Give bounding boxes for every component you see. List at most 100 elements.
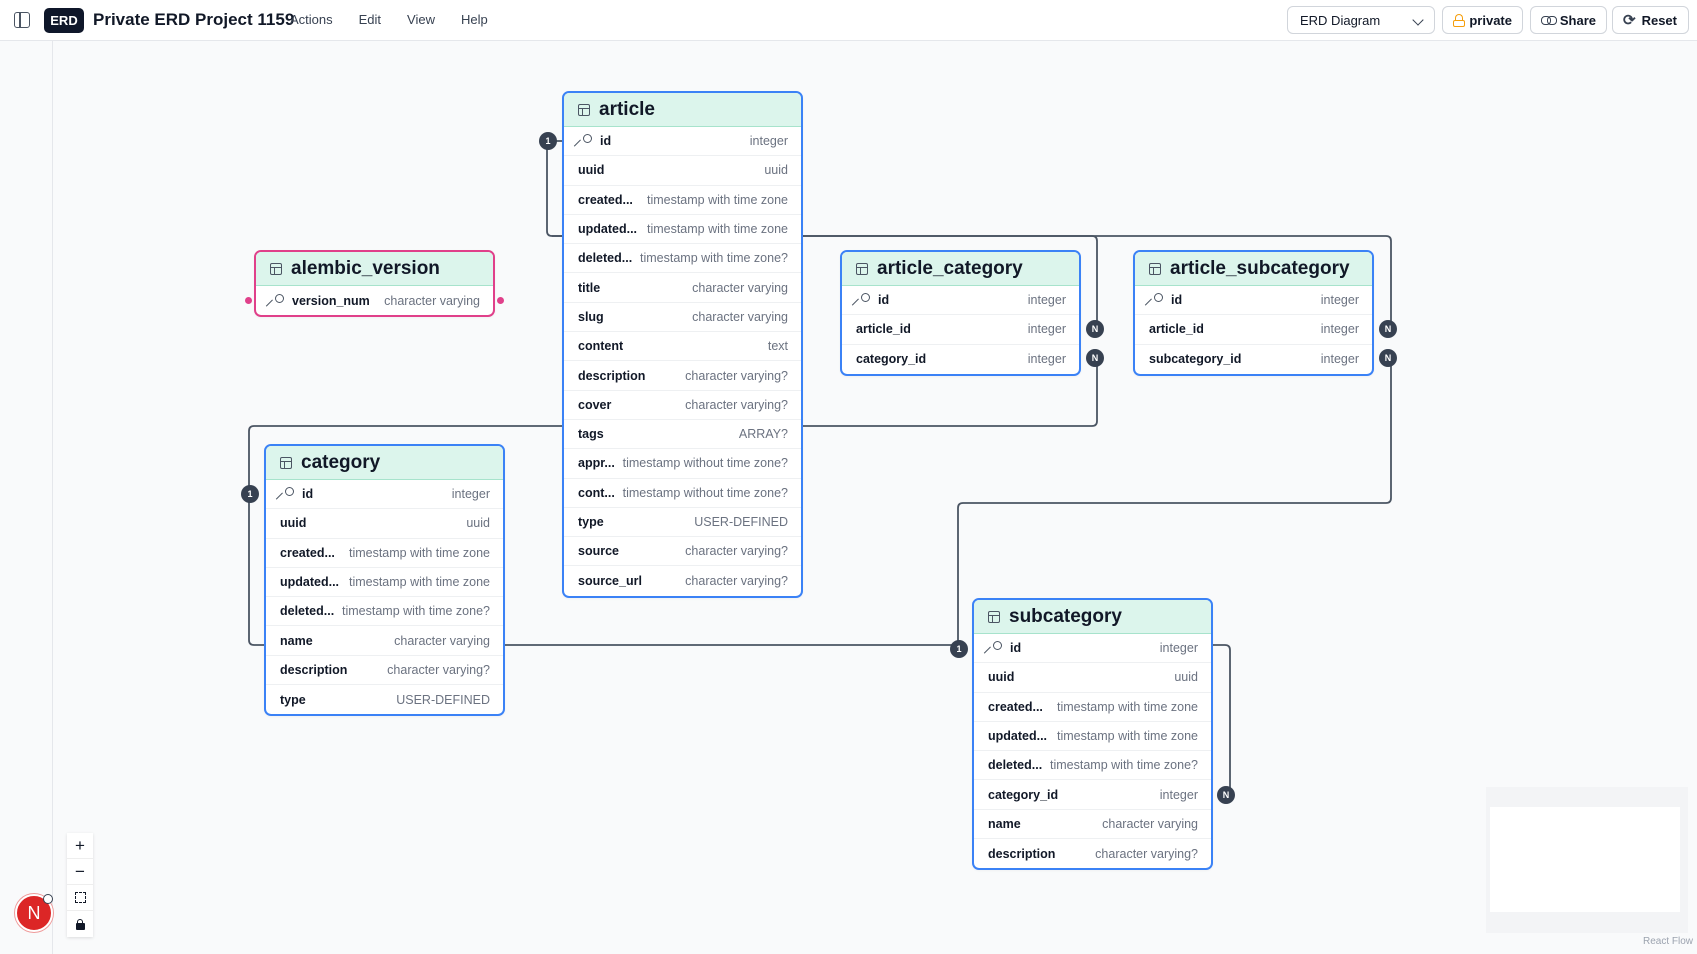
table-header[interactable]: article_category [842, 252, 1079, 286]
table-header[interactable]: article [564, 93, 801, 127]
column-type: timestamp with time zone? [342, 604, 490, 619]
lock-canvas-button[interactable] [67, 911, 93, 937]
table-column-row[interactable]: slug character varying [564, 303, 801, 333]
table-header[interactable]: alembic_version [256, 252, 493, 286]
table-name: subcategory [1009, 605, 1122, 627]
column-type: USER-DEFINED [694, 515, 788, 529]
cardinality-many-badge: N [1217, 786, 1235, 804]
table-column-row[interactable]: created... timestamp with time zone [564, 186, 801, 215]
table-column-row[interactable]: uuid uuid [974, 663, 1211, 693]
table-article-category[interactable]: article_category id integer article_id inte… [840, 250, 1081, 376]
cardinality-one-badge: 1 [950, 640, 968, 658]
zoom-out-button[interactable]: − [67, 859, 93, 885]
table-column-row[interactable]: id integer [266, 480, 503, 510]
fit-view-button[interactable] [67, 885, 93, 911]
table-column-row[interactable]: uuid uuid [564, 156, 801, 186]
table-alembic-version[interactable]: alembic_version version_num character va… [254, 250, 495, 318]
column-name: uuid [578, 163, 605, 178]
column-name: description [988, 846, 1056, 861]
react-flow-attribution[interactable]: React Flow [1643, 936, 1693, 947]
table-header[interactable]: category [266, 446, 503, 480]
table-column-row[interactable]: description character varying? [266, 656, 503, 686]
menu-view[interactable]: View [407, 12, 435, 27]
table-column-row[interactable]: tags ARRAY? [564, 420, 801, 450]
table-column-row[interactable]: category_id integer [974, 780, 1211, 810]
table-column-row[interactable]: cont... timestamp without time zone? [564, 479, 801, 508]
menu-edit[interactable]: Edit [359, 12, 381, 27]
table-column-row[interactable]: article_id integer [1135, 315, 1372, 345]
key-icon [1149, 293, 1163, 307]
table-column-row[interactable]: appr... timestamp without time zone? [564, 449, 801, 479]
table-column-row[interactable]: article_id integer [842, 315, 1079, 345]
menu-bar: Actions Edit View Help [290, 12, 514, 27]
table-column-row[interactable]: subcategory_id integer [1135, 345, 1372, 374]
table-column-row[interactable]: updated... timestamp with time zone [266, 568, 503, 598]
table-column-row[interactable]: updated... timestamp with time zone [564, 215, 801, 245]
column-type: timestamp with time zone? [640, 251, 788, 266]
column-type: integer [1320, 352, 1359, 367]
project-title[interactable]: Private ERD Project 1159 [93, 10, 294, 30]
table-subcategory[interactable]: subcategory id integer uuid uuid created... t… [972, 598, 1213, 871]
table-column-row[interactable]: updated... timestamp with time zone [974, 722, 1211, 752]
table-column-row[interactable]: type USER-DEFINED [266, 685, 503, 714]
zoom-in-button[interactable]: + [67, 833, 93, 859]
table-column-row[interactable]: source character varying? [564, 537, 801, 567]
table-header[interactable]: subcategory [974, 600, 1211, 634]
table-column-row[interactable]: type USER-DEFINED [564, 508, 801, 538]
lock-icon [1453, 13, 1465, 27]
table-column-row[interactable]: uuid uuid [266, 509, 503, 539]
table-column-row[interactable]: name character varying [974, 810, 1211, 840]
table-column-row[interactable]: source_url character varying? [564, 566, 801, 595]
column-name: category_id [856, 352, 927, 367]
table-icon [270, 262, 282, 275]
visibility-button[interactable]: private [1442, 6, 1523, 34]
table-header[interactable]: article_subcategory [1135, 252, 1372, 286]
table-column-row[interactable]: cover character varying? [564, 391, 801, 420]
table-article[interactable]: article id integer uuid uuid created... times… [562, 91, 803, 598]
table-column-row[interactable]: deleted... timestamp with time zone? [564, 244, 801, 274]
column-name: id [1010, 641, 1022, 656]
minimap[interactable] [1486, 787, 1688, 933]
table-column-row[interactable]: description character varying? [974, 839, 1211, 868]
table-column-row[interactable]: id integer [842, 286, 1079, 316]
column-name: article_id [856, 322, 911, 337]
diagram-type-select[interactable]: ERD Diagram [1287, 6, 1435, 34]
reset-button[interactable]: ⟳ Reset [1612, 6, 1689, 34]
connection-handle-right[interactable] [497, 297, 504, 304]
reset-label: Reset [1641, 12, 1677, 28]
table-column-row[interactable]: deleted... timestamp with time zone? [974, 751, 1211, 781]
column-name: deleted... [578, 251, 633, 266]
column-name: article_id [1149, 322, 1204, 337]
table-column-row[interactable]: created... timestamp with time zone [266, 539, 503, 568]
canvas-controls: + − [67, 833, 93, 937]
menu-help[interactable]: Help [461, 12, 488, 27]
column-name: description [578, 368, 646, 383]
menu-actions[interactable]: Actions [290, 12, 333, 27]
column-name: updated... [280, 575, 340, 590]
table-category[interactable]: category id integer uuid uuid created... time… [264, 444, 505, 717]
connection-handle-left[interactable] [245, 297, 252, 304]
table-article-subcategory[interactable]: article_subcategory id integer article_id i… [1133, 250, 1374, 376]
table-column-row[interactable]: created... timestamp with time zone [974, 693, 1211, 722]
table-column-row[interactable]: category_id integer [842, 345, 1079, 374]
share-button[interactable]: Share [1530, 6, 1607, 34]
table-column-row[interactable]: name character varying [266, 626, 503, 656]
column-type: timestamp without time zone? [622, 485, 788, 500]
column-type: timestamp with time zone [348, 575, 490, 590]
sidebar-toggle-icon[interactable] [14, 12, 30, 28]
table-column-row[interactable]: title character varying [564, 273, 801, 303]
table-column-row[interactable]: content text [564, 332, 801, 362]
column-type: character varying? [685, 574, 788, 589]
table-column-row[interactable]: version_num character varying [256, 286, 493, 315]
table-column-row[interactable]: deleted... timestamp with time zone? [266, 597, 503, 627]
column-type: integer [451, 487, 490, 502]
table-column-row[interactable]: id integer [1135, 286, 1372, 316]
table-column-row[interactable]: description character varying? [564, 361, 801, 391]
cardinality-many-badge: N [1086, 349, 1104, 367]
column-type: uuid [764, 163, 788, 178]
key-icon [856, 293, 870, 307]
column-type: timestamp with time zone [348, 545, 490, 560]
table-column-row[interactable]: id integer [564, 127, 801, 157]
link-icon [1541, 15, 1557, 25]
table-column-row[interactable]: id integer [974, 634, 1211, 664]
